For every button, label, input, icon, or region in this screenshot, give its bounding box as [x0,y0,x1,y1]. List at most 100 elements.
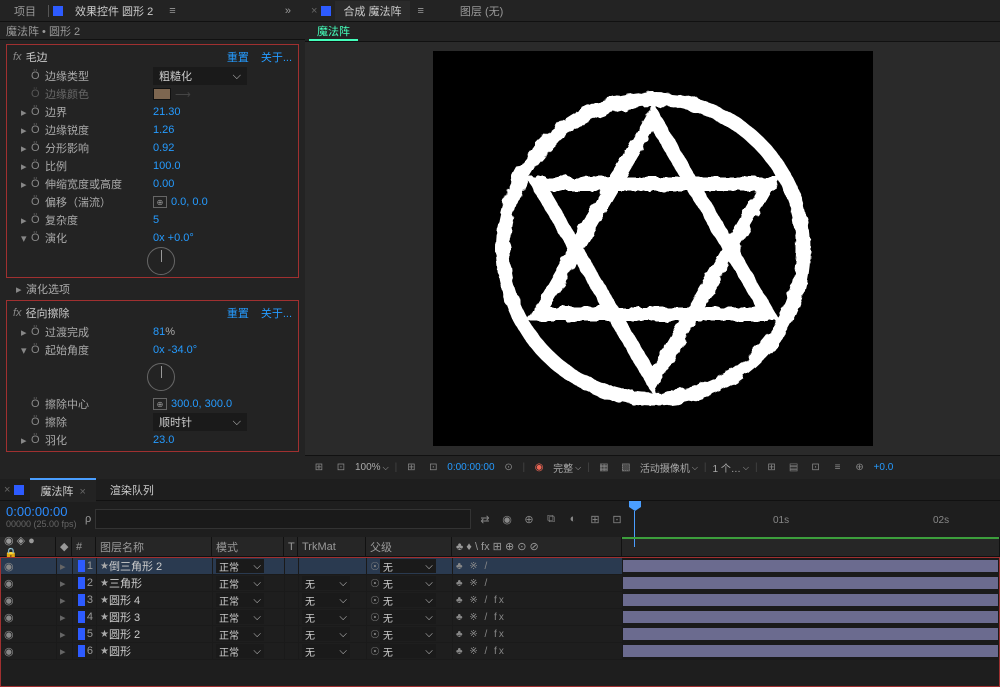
chevron-down-icon[interactable]: » [277,3,299,19]
label-color-chip[interactable] [78,577,85,589]
trkmat-dropdown[interactable]: 无⌵ [302,610,350,624]
pickwhip-icon[interactable]: ☉ [370,577,380,590]
resolution-dropdown[interactable]: 完整⌵ [553,460,581,475]
effect-name[interactable]: 径向擦除 [26,305,215,321]
twisty-icon[interactable]: ▸ [21,106,31,119]
prop-border-value[interactable]: 21.30 [153,106,181,118]
label-color-chip[interactable] [78,611,85,623]
composition-canvas[interactable] [433,51,873,446]
view-icon[interactable]: ⊞ [764,460,780,476]
layer-track[interactable] [623,609,999,625]
lock-icon[interactable]: × [311,5,317,17]
mode-header[interactable]: 模式 [212,537,284,556]
layer-switches[interactable]: ♣ ※ / [456,578,489,589]
visibility-toggle-icon[interactable]: ◉ [4,594,18,607]
pickwhip-icon[interactable]: ☉ [370,645,380,658]
prop-stretch-value[interactable]: 0.00 [153,178,174,190]
graph-editor-icon[interactable]: ⊞ [587,511,603,527]
visibility-toggle-icon[interactable]: ◉ [4,560,18,573]
zoom-dropdown[interactable]: 100%⌵ [355,462,389,473]
motion-blur-icon[interactable]: ◐ [565,511,581,527]
region-icon[interactable]: ▦ [596,460,612,476]
name-header[interactable]: 图层名称 [96,537,212,556]
prop-edge-type-dropdown[interactable]: 粗糙化⌵ [153,67,247,85]
switches-header[interactable]: ♣ ♦ \ fx ⊞ ⊕ ⊙ ⊘ [452,537,622,556]
blend-mode-dropdown[interactable]: 正常⌵ [216,576,264,590]
layer-name[interactable]: 圆形 2 [109,626,140,642]
layer-name[interactable]: 圆形 4 [109,592,140,608]
start-angle-dial[interactable] [147,363,175,391]
layer-track[interactable] [623,575,999,591]
visibility-toggle-icon[interactable]: ◉ [4,645,18,658]
layer-name[interactable]: 倒三角形 2 [109,558,162,574]
resolution-icon[interactable]: ⊞ [403,460,419,476]
layer-name[interactable]: 三角形 [109,575,142,591]
label-color-chip[interactable] [78,594,85,606]
time-ruler[interactable]: 01s 02s [625,501,1000,537]
label-header[interactable]: ◆ [56,537,72,556]
blend-mode-dropdown[interactable]: 正常⌵ [216,644,264,658]
layer-row[interactable]: ◉▸3★ 圆形 4正常⌵无⌵☉ 无⌵♣ ※ / fx [1,592,999,609]
channel-icon[interactable]: ⊡ [425,460,441,476]
layer-row[interactable]: ◉▸5★ 圆形 2正常⌵无⌵☉ 无⌵♣ ※ / fx [1,626,999,643]
parent-dropdown[interactable]: 无⌵ [380,576,436,590]
tab-layer[interactable]: 图层 (无) [452,1,511,21]
visibility-toggle-icon[interactable]: ◉ [4,628,18,641]
frame-blend-icon[interactable]: ⧉ [543,511,559,527]
prop-start-angle-value[interactable]: 0x -34.0° [153,344,197,356]
pixel-aspect-icon[interactable]: ▤ [786,460,802,476]
num-header[interactable]: # [72,537,96,556]
prop-wipe-center-value[interactable]: 300.0, 300.0 [171,398,232,410]
prop-complexity-value[interactable]: 5 [153,214,159,226]
brain-icon[interactable]: ⊡ [609,511,625,527]
prop-scale-value[interactable]: 100.0 [153,160,181,172]
comp-flowchart-icon[interactable]: ⊕ [852,460,868,476]
camera-dropdown[interactable]: 活动摄像机⌵ [640,460,698,475]
twisty-icon[interactable]: ▸ [60,577,66,590]
layer-track[interactable] [623,626,999,642]
viewer-comp-name[interactable]: 魔法阵 [309,23,358,41]
twisty-icon[interactable]: ▸ [60,628,66,641]
blend-mode-dropdown[interactable]: 正常⌵ [216,627,264,641]
evolution-dial[interactable] [147,247,175,275]
views-dropdown[interactable]: 1 个…⌵ [713,460,749,475]
layer-row[interactable]: ◉▸2★ 三角形正常⌵无⌵☉ 无⌵♣ ※ / [1,575,999,592]
prop-evolution-value[interactable]: 0x +0.0° [153,232,194,244]
stopwatch-icon[interactable]: Ö [31,70,45,82]
draft-3d-icon[interactable]: ◉ [499,511,515,527]
fx-toggle-icon[interactable]: fx [13,307,22,319]
effect-name[interactable]: 毛边 [26,49,215,65]
prop-feather-value[interactable]: 23.0 [153,434,174,446]
visibility-toggle-icon[interactable]: ◉ [4,577,18,590]
parent-dropdown[interactable]: 无⌵ [380,644,436,658]
zoom-icon[interactable]: ⊡ [333,460,349,476]
current-time-indicator[interactable] [629,501,641,537]
anchor-icon[interactable]: ⊕ [153,196,167,208]
tab-menu-icon[interactable]: ≡ [161,3,183,19]
label-color-chip[interactable] [78,645,85,657]
layer-row[interactable]: ◉▸6★ 圆形正常⌵无⌵☉ 无⌵♣ ※ / fx [1,643,999,660]
layer-track[interactable] [623,558,999,574]
prop-edge-sharpness-value[interactable]: 1.26 [153,124,174,136]
timecode-display[interactable]: 0:00:00:00 [447,462,494,473]
label-color-chip[interactable] [78,628,85,640]
layer-row[interactable]: ◉▸1★ 倒三角形 2正常⌵☉ 无⌵♣ ※ / [1,558,999,575]
pickwhip-icon[interactable]: ☉ [370,594,380,607]
t-header[interactable]: T [284,537,298,556]
layer-switches[interactable]: ♣ ※ / [456,561,489,572]
prop-wipe-dropdown[interactable]: 顺时针⌵ [153,413,247,431]
layer-switches[interactable]: ♣ ※ / fx [456,595,506,606]
trkmat-header[interactable]: TrkMat [298,537,366,556]
parent-dropdown[interactable]: 无⌵ [380,627,436,641]
prop-offset-value[interactable]: 0.0, 0.0 [171,196,208,208]
trkmat-dropdown[interactable]: 无⌵ [302,593,350,607]
layer-row[interactable]: ◉▸4★ 圆形 3正常⌵无⌵☉ 无⌵♣ ※ / fx [1,609,999,626]
grid-icon[interactable]: ▧ [618,460,634,476]
tab-render-queue[interactable]: 渲染队列 [100,479,164,501]
viewer-canvas-area[interactable] [305,42,1000,455]
magnify-icon[interactable]: ⊞ [311,460,327,476]
label-color-chip[interactable] [78,560,85,572]
pickwhip-icon[interactable]: ☉ [370,560,380,573]
comp-mini-flowchart-icon[interactable]: ⇄ [477,511,493,527]
visibility-toggle-icon[interactable]: ◉ [4,611,18,624]
